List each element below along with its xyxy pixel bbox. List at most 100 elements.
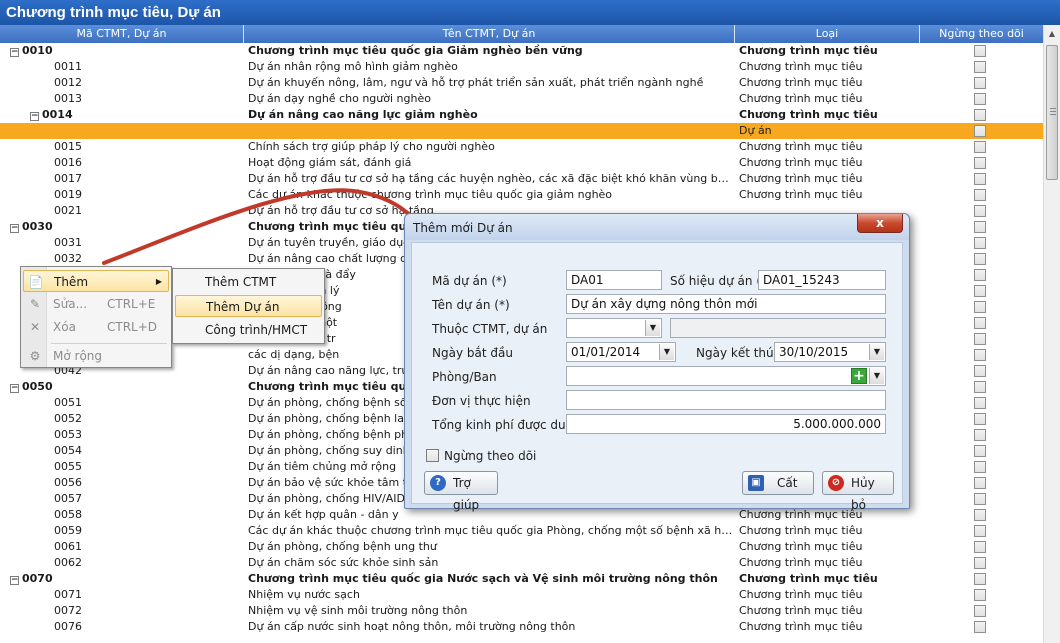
executing-unit-input[interactable] [566, 390, 886, 410]
table-row[interactable]: −0014 Dự án nâng cao năng lực giảm nghèo C… [0, 107, 1043, 123]
stop-tracking-checkbox[interactable] [974, 45, 986, 57]
cell-type: Chương trình mục tiêu [739, 540, 863, 553]
menu-item-expand[interactable]: ⚙ Mở rộng [23, 345, 169, 367]
stop-tracking-checkbox[interactable] [974, 301, 986, 313]
start-date-input[interactable]: 01/01/2014 ▼ [566, 342, 676, 362]
stop-tracking-checkbox[interactable] [974, 269, 986, 281]
calendar-dropdown-icon[interactable]: ▼ [659, 344, 674, 360]
column-header-code[interactable]: Mã CTMT, Dự án [0, 25, 244, 43]
cell-code: −0070 [10, 571, 242, 587]
table-row[interactable]: −0070 Chương trình mục tiêu quốc gia Nước… [0, 571, 1043, 587]
stop-tracking-checkbox[interactable] [974, 365, 986, 377]
stop-tracking-checkbox[interactable] [974, 621, 986, 633]
collapse-icon[interactable]: − [10, 224, 19, 233]
table-row[interactable]: 0062 Dự án chăm sóc sức khỏe sinh sản Chươ… [0, 555, 1043, 571]
stop-tracking-checkbox[interactable] [974, 509, 986, 521]
menu-item-delete[interactable]: ✕ Xóa CTRL+D [23, 316, 169, 338]
table-row[interactable]: 0012 Dự án khuyến nông, lâm, ngư và hỗ tr… [0, 75, 1043, 91]
stop-tracking-checkbox[interactable] [974, 541, 986, 553]
stop-tracking-checkbox[interactable] [974, 589, 986, 601]
stop-tracking-checkbox[interactable] [974, 557, 986, 569]
project-code-input[interactable]: DA01 [566, 270, 662, 290]
table-row[interactable]: 0072 Nhiệm vụ vệ sinh môi trường nông thô… [0, 603, 1043, 619]
collapse-icon[interactable]: − [30, 112, 39, 121]
stop-tracking-checkbox[interactable] [974, 125, 986, 137]
submenu-item-add-project[interactable]: Thêm Dự án [175, 295, 322, 317]
vertical-scrollbar[interactable]: ▲ [1043, 25, 1060, 643]
column-header-type[interactable]: Loại [735, 25, 920, 43]
collapse-icon[interactable]: − [10, 384, 19, 393]
stop-tracking-checkbox[interactable] [974, 397, 986, 409]
department-select[interactable]: + ▼ [566, 366, 886, 386]
add-icon[interactable]: + [851, 368, 867, 384]
stop-tracking-checkbox[interactable] [974, 253, 986, 265]
stop-tracking-checkbox[interactable] [974, 157, 986, 169]
column-header-name[interactable]: Tên CTMT, Dự án [244, 25, 735, 43]
stop-tracking-checkbox[interactable] [974, 109, 986, 121]
stop-tracking-checkbox[interactable] [974, 189, 986, 201]
save-button[interactable]: ▣ Cất [742, 471, 814, 495]
submenu-item-construction[interactable]: Công trình/HMCT [175, 319, 322, 341]
cell-code-text: 0011 [54, 60, 82, 73]
collapse-icon[interactable]: − [10, 576, 19, 585]
project-number-input[interactable]: DA01_15243 [758, 270, 886, 290]
table-row[interactable]: 0015 Chính sách trợ giúp pháp lý cho ngườ… [0, 139, 1043, 155]
stop-tracking-checkbox[interactable] [974, 173, 986, 185]
close-icon[interactable]: x [857, 214, 903, 233]
stop-tracking-checkbox[interactable] [974, 317, 986, 329]
scroll-thumb[interactable] [1046, 45, 1058, 180]
dialog-titlebar[interactable]: Thêm mới Dự án x [405, 214, 909, 240]
stop-tracking-checkbox[interactable] [974, 349, 986, 361]
stop-tracking-checkbox[interactable] [974, 573, 986, 585]
parent-program-select[interactable]: ▼ [566, 318, 662, 338]
stop-tracking-checkbox[interactable] [974, 381, 986, 393]
stop-tracking-checkbox[interactable] [974, 461, 986, 473]
cell-code-text: 0017 [54, 172, 82, 185]
submenu-item-add-ctmt[interactable]: Thêm CTMT [175, 271, 322, 293]
help-button[interactable]: ? Trợ giúp [424, 471, 498, 512]
stop-tracking-checkbox[interactable] [974, 237, 986, 249]
cell-code: 0062 [10, 555, 242, 571]
table-row[interactable]: Dự án [0, 123, 1043, 139]
table-row[interactable]: 0061 Dự án phòng, chống bệnh ung thư Chươn… [0, 539, 1043, 555]
menu-item-add[interactable]: 📄 Thêm ▶ [23, 270, 169, 292]
chevron-down-icon[interactable]: ▼ [869, 368, 884, 384]
collapse-icon[interactable]: − [10, 48, 19, 57]
stop-tracking-checkbox[interactable] [974, 429, 986, 441]
stop-tracking-checkbox[interactable] [974, 205, 986, 217]
stop-tracking-checkbox[interactable] [974, 493, 986, 505]
chevron-down-icon[interactable]: ▼ [645, 320, 660, 336]
table-row[interactable]: 0076 Dự án cấp nước sinh hoạt nông thôn, … [0, 619, 1043, 635]
stop-tracking-checkbox[interactable] [974, 525, 986, 537]
stop-tracking-checkbox[interactable] [974, 605, 986, 617]
stop-tracking-checkbox[interactable] [974, 445, 986, 457]
menu-item-edit[interactable]: ✎ Sửa... CTRL+E [23, 293, 169, 315]
cell-code: 0053 [10, 427, 242, 443]
column-header-stop-tracking[interactable]: Ngừng theo dõi [920, 25, 1043, 43]
total-budget-input[interactable]: 5.000.000.000 [566, 414, 886, 434]
end-date-input[interactable]: 30/10/2015 ▼ [774, 342, 886, 362]
project-name-input[interactable]: Dự án xây dựng nông thôn mới [566, 294, 886, 314]
table-row[interactable]: 0071 Nhiệm vụ nước sạch Chương trình mục t… [0, 587, 1043, 603]
cell-type: Chương trình mục tiêu [739, 108, 878, 121]
stop-tracking-checkbox[interactable] [974, 221, 986, 233]
table-row[interactable]: 0011 Dự án nhân rộng mô hình giảm nghèo Ch… [0, 59, 1043, 75]
stop-tracking-checkbox[interactable] [974, 285, 986, 297]
stop-tracking-checkbox[interactable] [974, 77, 986, 89]
table-row[interactable]: −0010 Chương trình mục tiêu quốc gia Giảm… [0, 43, 1043, 59]
table-row[interactable]: 0013 Dự án dạy nghề cho người nghèo Chương… [0, 91, 1043, 107]
stop-tracking-checkbox[interactable] [974, 477, 986, 489]
calendar-dropdown-icon[interactable]: ▼ [869, 344, 884, 360]
stop-tracking-checkbox[interactable] [974, 333, 986, 345]
cancel-button[interactable]: ⊘ Hủy bỏ [822, 471, 894, 512]
stop-tracking-checkbox[interactable] [974, 61, 986, 73]
table-row[interactable]: 0059 Các dự án khác thuộc chương trình mụ… [0, 523, 1043, 539]
table-row[interactable]: 0016 Hoạt động giám sát, đánh giá Chương t… [0, 155, 1043, 171]
table-row[interactable]: 0017 Dự án hỗ trợ đầu tư cơ sở hạ tầng cá… [0, 171, 1043, 187]
stop-tracking-checkbox[interactable] [974, 413, 986, 425]
scroll-up-icon[interactable]: ▲ [1044, 25, 1060, 42]
stop-tracking-checkbox[interactable] [974, 141, 986, 153]
stop-tracking-checkbox[interactable] [974, 93, 986, 105]
stop-tracking-checkbox[interactable] [426, 449, 439, 462]
table-row[interactable]: 0019 Các dự án khác thuộc chương trình mụ… [0, 187, 1043, 203]
